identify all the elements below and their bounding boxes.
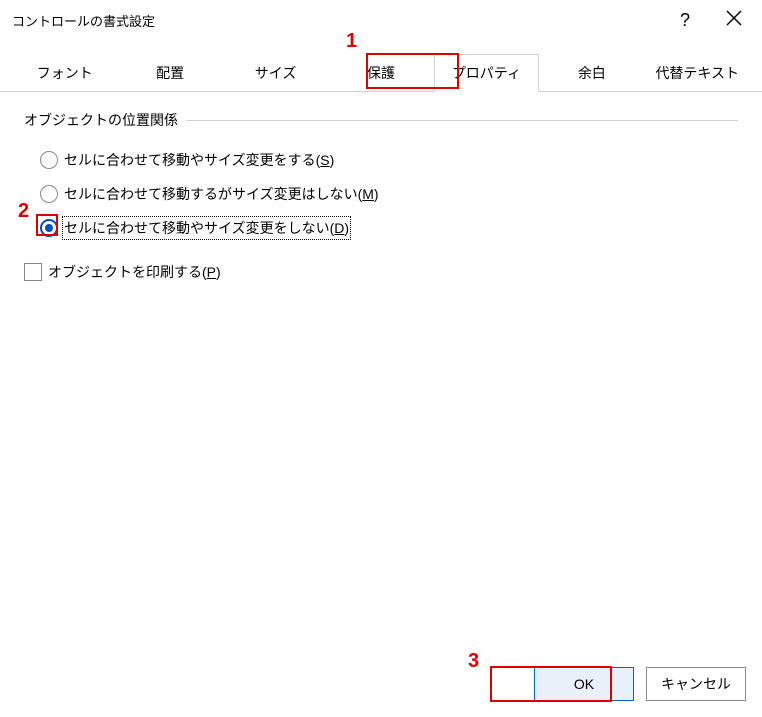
radio-icon[interactable] [40,219,58,237]
radio-move-only[interactable]: セルに合わせて移動するがサイズ変更はしない(M) [40,184,738,204]
checkbox-icon[interactable] [24,263,42,281]
tab-align[interactable]: 配置 [117,54,222,91]
properties-panel: オブジェクトの位置関係 セルに合わせて移動やサイズ変更をする(S) セルに合わせ… [0,92,762,300]
cancel-button[interactable]: キャンセル [646,667,746,701]
close-icon[interactable] [718,6,750,35]
titlebar: コントロールの書式設定 ? [0,0,762,40]
help-icon[interactable]: ? [672,6,698,35]
radio-icon[interactable] [40,151,58,169]
radio-group-position: セルに合わせて移動やサイズ変更をする(S) セルに合わせて移動するがサイズ変更は… [24,142,738,238]
tab-margin[interactable]: 余白 [539,54,644,91]
radio-icon[interactable] [40,185,58,203]
tab-strip: フォント 配置 サイズ 保護 プロパティ 余白 代替テキスト [0,54,762,92]
group-position-label: オブジェクトの位置関係 [24,110,738,130]
tab-properties[interactable]: プロパティ [434,54,539,92]
radio-label: セルに合わせて移動やサイズ変更をしない(D) [64,218,349,238]
checkbox-print-object[interactable]: オブジェクトを印刷する(P) [24,262,738,282]
radio-no-move-no-size[interactable]: セルに合わせて移動やサイズ変更をしない(D) [40,218,738,238]
dialog-buttons: OK キャンセル [534,667,746,701]
tab-protect[interactable]: 保護 [328,54,433,91]
annotation-number-3: 3 [468,650,479,673]
checkbox-label: オブジェクトを印刷する(P) [48,262,221,282]
titlebar-buttons: ? [672,6,750,35]
ok-button[interactable]: OK [534,667,634,701]
tab-font[interactable]: フォント [12,54,117,91]
radio-move-and-size[interactable]: セルに合わせて移動やサイズ変更をする(S) [40,150,738,170]
radio-label: セルに合わせて移動やサイズ変更をする(S) [64,150,334,170]
tab-alttext[interactable]: 代替テキスト [645,54,750,91]
tab-size[interactable]: サイズ [223,54,328,91]
dialog-title: コントロールの書式設定 [12,11,672,30]
radio-label: セルに合わせて移動するがサイズ変更はしない(M) [64,184,379,204]
group-position-text: オブジェクトの位置関係 [24,110,178,130]
